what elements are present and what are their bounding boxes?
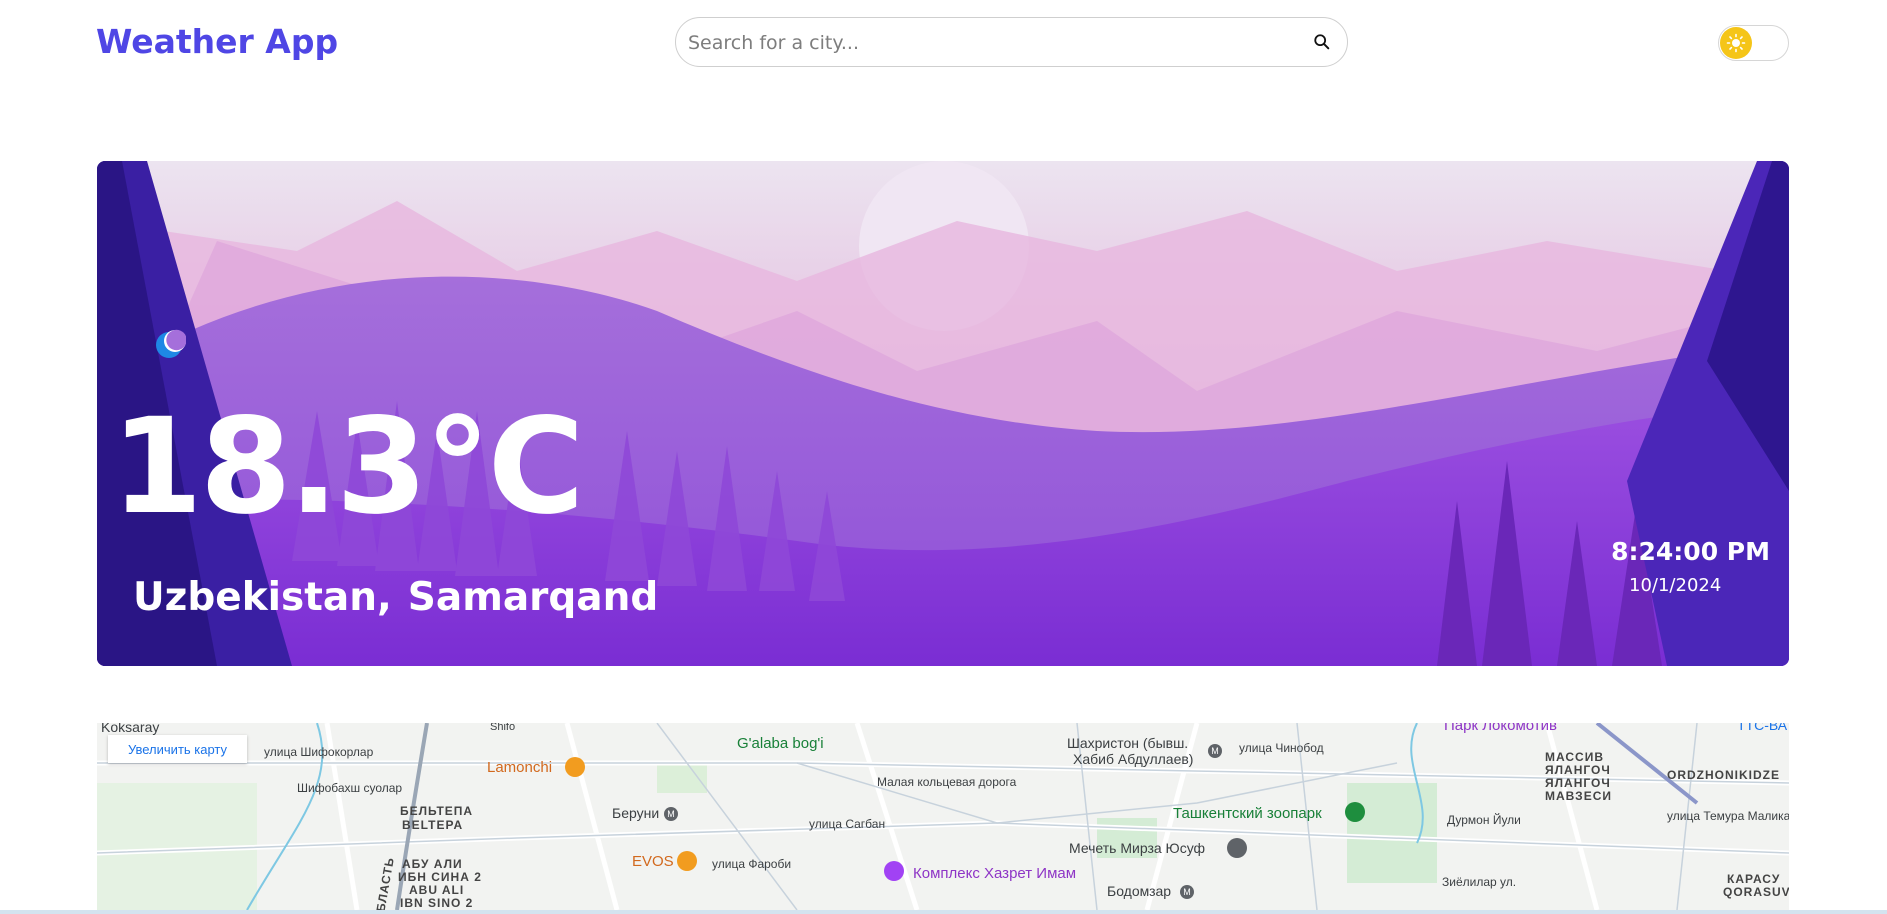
map-poi-label: G'alaba bog'i — [737, 735, 824, 752]
map-label: Беруни — [612, 805, 660, 821]
temperature: 18.3°C — [111, 390, 585, 544]
map-label: Бодомзар — [1107, 883, 1172, 899]
map-label: Шифобахш суолар — [297, 781, 403, 795]
map-label: улица Темура Малика — [1667, 809, 1789, 823]
map-label: улица Сагбан — [809, 817, 886, 831]
zoo-pin-icon[interactable] — [1345, 802, 1365, 822]
header: Weather App — [0, 0, 1887, 90]
mosque-pin-icon[interactable] — [1227, 838, 1247, 858]
restaurant-pin-icon[interactable] — [677, 851, 697, 871]
location-country: Uzbekistan, — [133, 575, 392, 620]
map-label: Мечеть Мирза Юсуф — [1069, 840, 1206, 856]
map-poi-label: Ташкентский зоопарк — [1173, 805, 1322, 822]
metro-station-icon[interactable]: M — [1180, 885, 1194, 899]
map-label: QORASUV — [1723, 885, 1789, 899]
search-bar[interactable] — [675, 17, 1348, 67]
map-label: улица Шифокорлар — [264, 745, 374, 759]
sun-icon — [1726, 33, 1746, 53]
search-input[interactable] — [686, 26, 1290, 60]
theme-toggle-knob[interactable] — [1720, 27, 1752, 59]
map-poi-label: EVOS — [632, 853, 674, 870]
map-label: BELTEPA — [402, 818, 464, 832]
app-logo[interactable]: Weather App — [96, 22, 338, 61]
map-label: IBN SINO 2 — [400, 896, 474, 910]
map-label: Зиёлилар ул. — [1442, 875, 1517, 889]
map-poi-label: Lamonchi — [487, 759, 553, 776]
location-city: Samarqand — [407, 575, 659, 620]
map-label: БЕЛЬТЕПА — [400, 804, 474, 818]
map-label: МАВЗЕСИ — [1545, 789, 1612, 803]
metro-station-icon[interactable]: M — [664, 807, 678, 821]
weather-hero-card: 18.3°C Uzbekistan, Samarqand 8:24:00 PM 1… — [97, 161, 1789, 666]
landmark-pin-icon[interactable] — [884, 861, 904, 881]
map-label: ТТС-ВА — [1737, 723, 1788, 733]
map-label: Шахристон (бывш. — [1067, 735, 1189, 751]
map-label: улица Чинобод — [1239, 741, 1324, 755]
city-map-embed[interactable]: Увеличить карту Koksaray улица Шифокорла… — [97, 723, 1789, 910]
crescent-moon-icon — [156, 329, 186, 358]
map-poi-label: Парк Локомотив — [1444, 723, 1557, 734]
metro-station-icon[interactable]: M — [1208, 744, 1222, 758]
map-label: Дурмон Йули — [1447, 813, 1521, 827]
search-icon[interactable] — [1313, 33, 1331, 51]
enlarge-map-button[interactable]: Увеличить карту — [108, 735, 247, 763]
bottom-divider — [0, 910, 1887, 914]
map-label: ORDZHONIKIDZE — [1667, 768, 1780, 782]
local-date: 10/1/2024 — [1629, 575, 1722, 596]
theme-toggle[interactable] — [1718, 25, 1789, 61]
restaurant-pin-icon[interactable] — [565, 757, 585, 777]
map-label: улица Фароби — [712, 857, 792, 871]
map-poi-label: Комплекс Хазрет Имам — [913, 865, 1077, 882]
map-label: Малая кольцевая дорога — [877, 775, 1017, 789]
map-label: Koksaray — [101, 723, 160, 735]
location: Uzbekistan, Samarqand — [133, 575, 658, 620]
map-label: Shifo — [490, 723, 516, 733]
map-label: Хабиб Абдуллаев) — [1073, 751, 1194, 767]
local-time: 8:24:00 PM — [1611, 537, 1770, 566]
